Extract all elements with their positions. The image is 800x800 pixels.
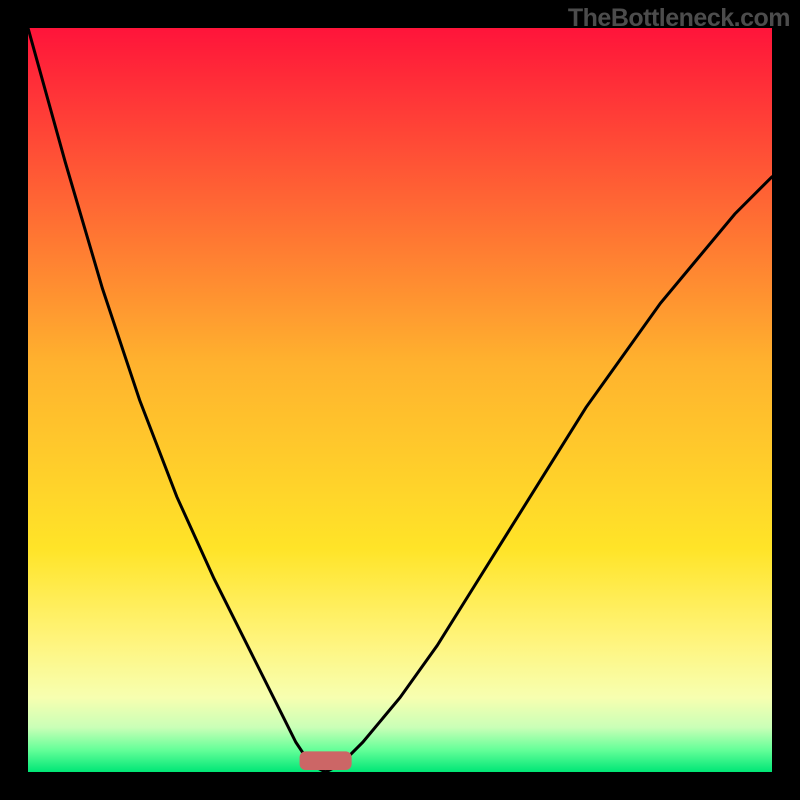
chart-frame: TheBottleneck.com (0, 0, 800, 800)
optimal-marker (300, 751, 352, 770)
watermark-text: TheBottleneck.com (568, 4, 790, 33)
bottleneck-chart (28, 28, 772, 772)
plot-area (28, 28, 772, 772)
